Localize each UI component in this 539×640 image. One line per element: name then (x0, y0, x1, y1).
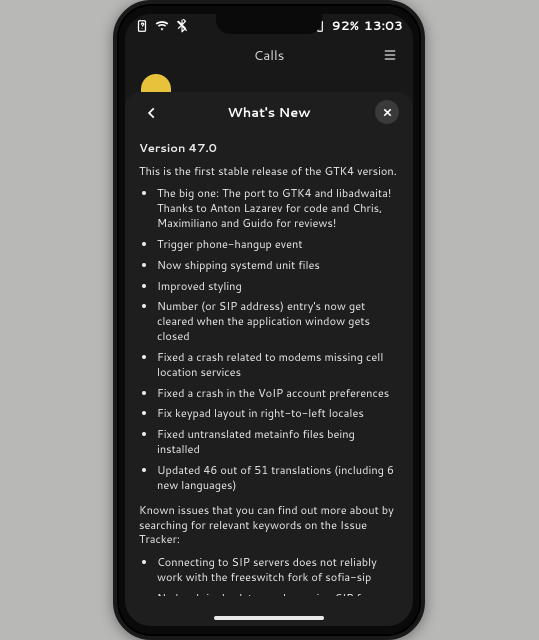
bluetooth-off-icon (175, 19, 189, 33)
list-item: Fixed a crash in the VoIP account prefer… (157, 386, 399, 401)
avatar-peek (141, 74, 171, 92)
known-issues-intro: Known issues that you can find out more … (139, 503, 399, 548)
sheet-title: What's New (139, 104, 399, 122)
hamburger-icon (382, 47, 398, 63)
list-item: Connecting to SIP servers does not relia… (157, 555, 399, 585)
list-item: Fix keypad layout in right-to-left local… (157, 406, 399, 421)
phone-frame: 92% 13:03 Calls What's New Versi (113, 0, 425, 640)
list-item: Improved styling (157, 279, 399, 294)
close-button[interactable] (375, 100, 399, 124)
app-header: Calls (125, 38, 413, 72)
list-item: Trigger phone-hangup event (157, 237, 399, 252)
home-indicator[interactable] (214, 616, 324, 620)
release-notes[interactable]: Version 47.0 This is the first stable re… (139, 134, 399, 596)
version-heading: Version 47.0 (139, 140, 399, 156)
whats-new-sheet: What's New Version 47.0 This is the firs… (125, 92, 413, 626)
sheet-header: What's New (139, 92, 399, 134)
wifi-icon (155, 19, 169, 33)
list-item: No local ringback tone when using SIP fo… (157, 591, 399, 596)
screen: 92% 13:03 Calls What's New Versi (125, 14, 413, 626)
app-title: Calls (254, 46, 285, 65)
list-item: Fixed untranslated metainfo files being … (157, 427, 399, 457)
list-item: Now shipping systemd unit files (157, 258, 399, 273)
changes-list: The big one: The port to GTK4 and libadw… (139, 186, 399, 492)
list-item: Fixed a crash related to modems missing … (157, 350, 399, 380)
display-notch (216, 14, 322, 34)
list-item: Updated 46 out of 51 translations (inclu… (157, 463, 399, 493)
clock: 13:03 (364, 17, 403, 35)
help-icon (135, 19, 149, 33)
list-item: Number (or SIP address) entry's now get … (157, 299, 399, 344)
battery-percent: 92% (332, 17, 359, 35)
known-issues-list: Connecting to SIP servers does not relia… (139, 555, 399, 596)
close-icon (382, 107, 393, 118)
intro-text: This is the first stable release of the … (139, 164, 399, 179)
list-item: The big one: The port to GTK4 and libadw… (157, 186, 399, 231)
menu-button[interactable] (377, 42, 403, 68)
